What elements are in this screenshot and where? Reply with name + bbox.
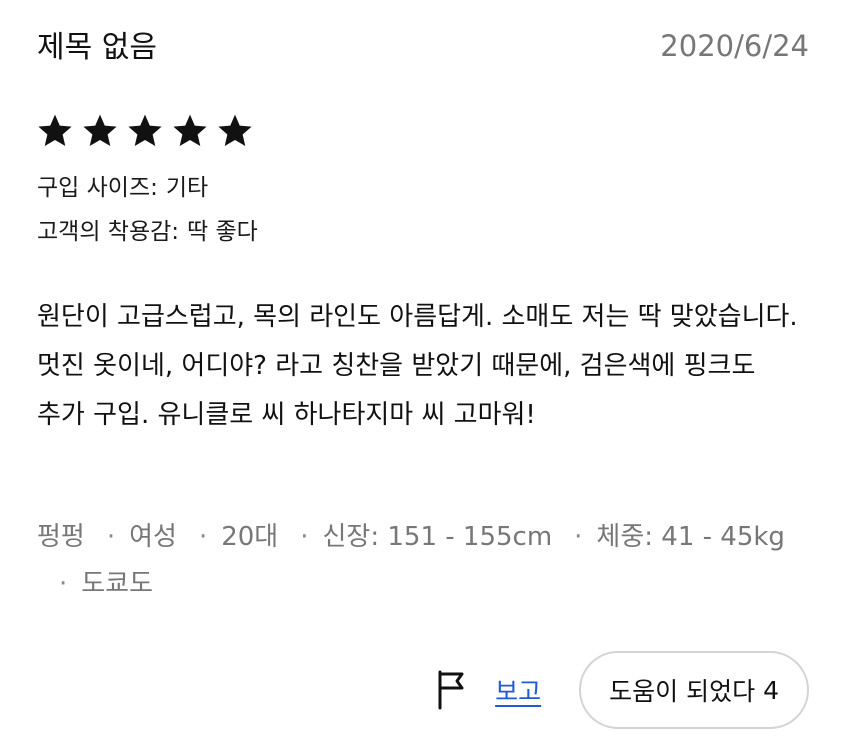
separator-dot: ·: [106, 522, 116, 552]
star-icon: [35, 111, 80, 153]
star-icon: [80, 111, 125, 153]
reviewer-info: 펑펑 · 여성 · 20대 · 신장: 151 - 155cm · 체중: 41 - 45kg ·…: [37, 514, 807, 608]
customer-fit-value: 딱 좋다: [187, 219, 258, 245]
purchase-size-value: 기타: [165, 175, 209, 201]
reviewer-weight: 체중: 41 - 45kg: [596, 522, 785, 552]
purchase-size: 구입 사이즈: 기타: [37, 171, 208, 205]
flag-icon[interactable]: [435, 670, 467, 710]
helpful-button[interactable]: 도움이 되었다 4: [579, 651, 809, 729]
helpful-label: 도움이 되었다: [609, 677, 756, 706]
customer-fit: 고객의 착용감: 딱 좋다: [37, 215, 258, 249]
separator-dot: ·: [300, 522, 309, 552]
reviewer-region: 도쿄도: [81, 569, 154, 599]
review-card: 제목 없음 2020/6/24 구입 사이즈: 기타 고객의 착용감: 딱 좋다 원…: [0, 0, 845, 750]
customer-fit-label: 고객의 착용감:: [37, 219, 180, 245]
report-link[interactable]: 보고: [495, 672, 541, 708]
separator-dot: ·: [198, 522, 208, 552]
separator-dot: ·: [574, 522, 583, 552]
reviewer-age: 20대: [221, 522, 279, 552]
reviewer-height: 신장: 151 - 155cm: [322, 522, 553, 552]
separator-dot: ·: [59, 569, 68, 599]
star-rating: [35, 111, 260, 153]
helpful-count: 4: [763, 675, 779, 705]
review-actions: 보고 도움이 되었다 4: [435, 650, 809, 730]
star-icon: [125, 111, 170, 153]
review-date: 2020/6/24: [660, 29, 809, 63]
review-title: 제목 없음: [37, 30, 157, 65]
reviewer-gender: 여성: [129, 522, 177, 552]
star-icon: [215, 111, 260, 153]
purchase-size-label: 구입 사이즈:: [37, 175, 158, 201]
review-body: 원단이 고급스럽고, 목의 라인도 아름답게. 소매도 저는 딱 맞았습니다. …: [37, 302, 798, 430]
reviewer-name: 펑펑: [37, 522, 85, 552]
star-icon: [170, 111, 215, 153]
